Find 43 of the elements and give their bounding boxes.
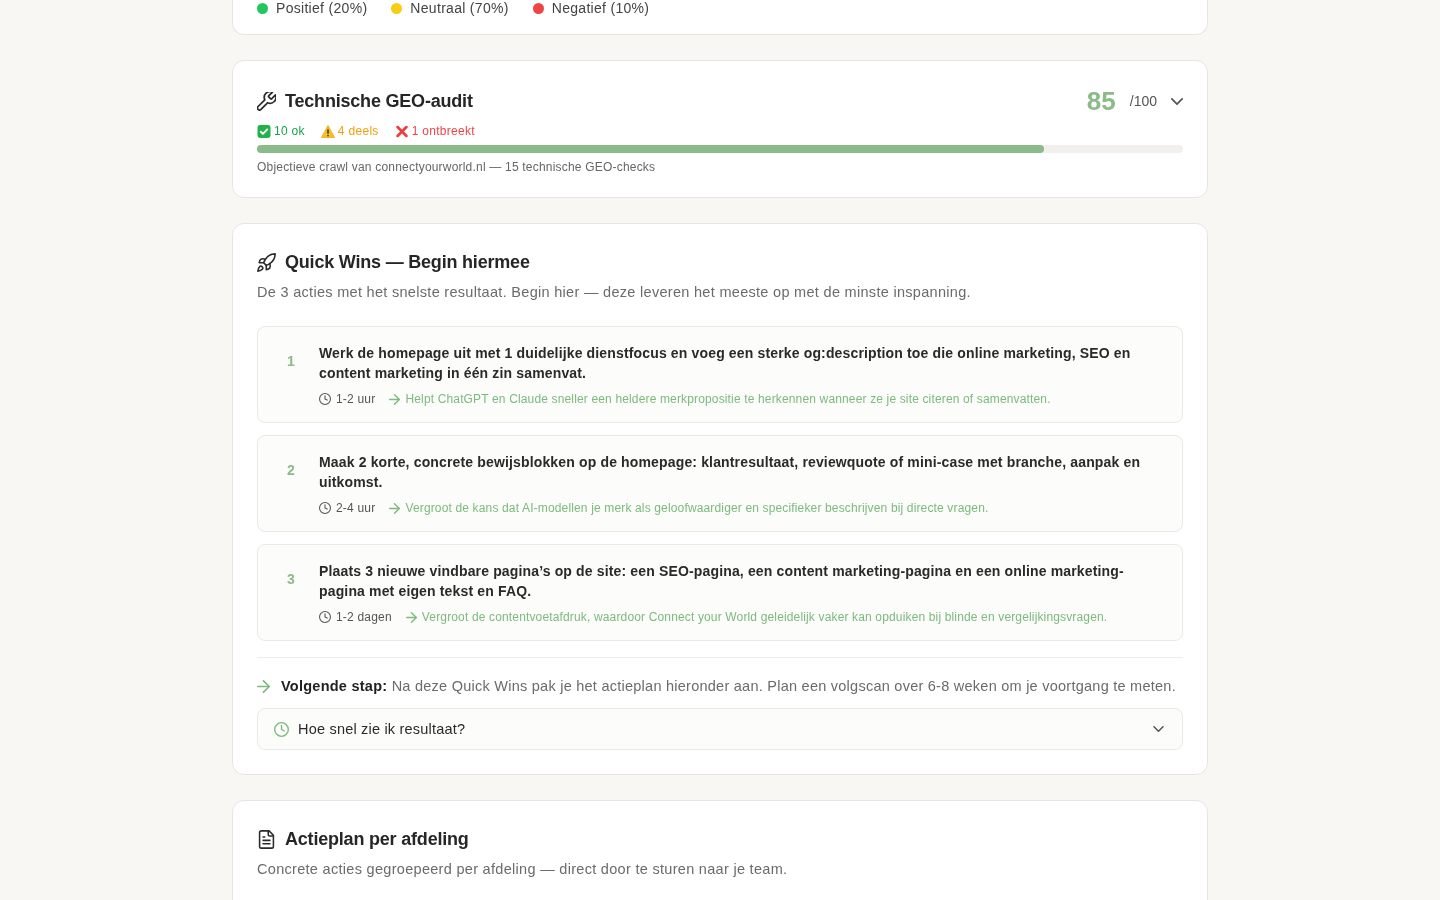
clock-icon <box>274 721 289 737</box>
item-text: Maak 2 korte, concrete bewijsblokken op de homepage: klantresultaat, reviewquote of mini-case met branche, aanpak en uitkomst. <box>319 453 1142 492</box>
item-number: 1 <box>286 352 296 371</box>
item-text: Werk de homepage uit met 1 duidelijke dienstfocus en voeg een sterke og:description toe die online marketing, SEO en content marketing in één zin samenvat. <box>319 344 1132 383</box>
arrow-right-icon <box>389 393 401 405</box>
legend-label: Positief (20%) <box>276 0 368 16</box>
item-benefit: Vergroot de kans dat AI-modellen je merk als geloofwaardiger en specifieker beschrijven bij directe vragen. <box>405 500 989 516</box>
item-number: 2 <box>286 461 296 480</box>
item-time: 1-2 uur <box>336 391 376 407</box>
item-benefit: Helpt ChatGPT en Claude sneller een heldere merkpropositie te herkennen wanneer ze je site citeren of samenvatten. <box>405 391 1051 407</box>
item-number: 3 <box>286 570 296 589</box>
next-step-text: Volgende stap: Na deze Quick Wins pak je het actieplan hieronder aan. Plan een volgscan over 6-8 weken om je voortgang te meten. <box>281 677 1176 696</box>
document-icon <box>257 829 276 849</box>
chevron-down-icon <box>1153 726 1164 732</box>
score-value: 85 <box>1086 85 1116 117</box>
card-title: Technische GEO-audit <box>285 90 473 113</box>
clock-icon <box>319 502 331 514</box>
card-title: Actieplan per afdeling <box>285 828 469 851</box>
clock-icon <box>319 611 331 623</box>
legend-label: Negatief (10%) <box>551 0 650 16</box>
warning-icon <box>320 124 335 138</box>
arrow-right-icon <box>389 502 401 514</box>
item-text: Plaats 3 nieuwe vindbare pagina’s op de site: een SEO-pagina, een content marketing-pagina en een online marketing-pagina met eigen tekst en FAQ. <box>319 562 1125 601</box>
wrench-icon <box>257 91 276 111</box>
status-count: 4 deels <box>337 124 379 138</box>
checkmark-icon <box>257 124 271 138</box>
item-time: 1-2 dagen <box>336 609 392 625</box>
audit-caption: Objectieve crawl van connectyourworld.nl — 15 technische GEO-checks <box>257 159 657 175</box>
score-max: /100 <box>1129 93 1157 109</box>
status-count: 1 ontbreekt <box>411 124 475 138</box>
card-title: Quick Wins — Begin hiermee <box>285 251 530 274</box>
item-time: 2-4 uur <box>336 500 376 516</box>
item-benefit: Vergroot de contentvoetafdruk, waardoor Connect your World geleidelijk vaker kan opduiken bij blinde en vergelijkingsvragen. <box>421 609 1108 625</box>
faq-accordion[interactable]: Hoe snel zie ik resultaat? <box>257 708 1183 750</box>
cross-icon <box>394 124 409 138</box>
legend-label: Neutraal (70%) <box>410 0 509 16</box>
card-subtitle: Concrete acties gegroepeerd per afdeling — direct door te sturen naar je team. <box>257 860 789 879</box>
status-count: 10 ok <box>274 124 305 138</box>
card-subtitle: De 3 acties met het snelste resultaat. Begin hier — deze leveren het meeste op met de minste inspanning. <box>257 283 972 302</box>
arrow-right-icon <box>405 611 417 623</box>
clock-icon <box>319 393 331 405</box>
rocket-icon <box>257 252 276 272</box>
chevron-down-icon[interactable] <box>1171 97 1183 105</box>
